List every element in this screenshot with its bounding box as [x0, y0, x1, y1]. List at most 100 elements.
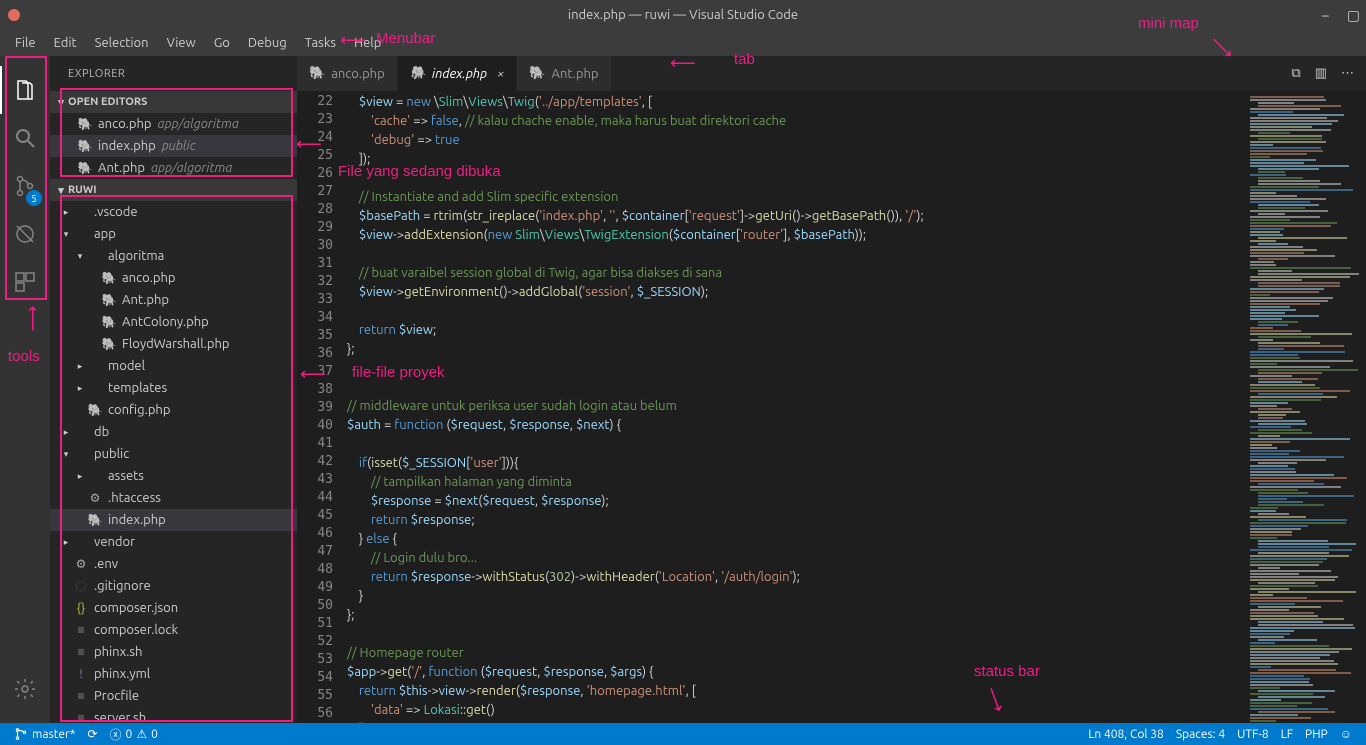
- debug-icon[interactable]: [0, 210, 50, 258]
- php-icon: 🐘: [100, 271, 118, 285]
- menu-view[interactable]: View: [158, 36, 205, 50]
- sidebar-title: EXPLORER: [50, 56, 297, 91]
- more-icon[interactable]: ⋯: [1341, 66, 1354, 81]
- git-branch[interactable]: master*: [8, 727, 81, 741]
- minimize-icon[interactable]: –: [1322, 7, 1329, 24]
- tree-item[interactable]: 🐘Ant.php: [50, 289, 297, 311]
- tree-item[interactable]: ▸assets: [50, 465, 297, 487]
- tab-actions: ⧉ ▥ ⋯: [1279, 56, 1366, 91]
- tree-item[interactable]: !phinx.yml: [50, 663, 297, 685]
- file-icon: ≡: [72, 711, 90, 723]
- tree-item[interactable]: ▸.vscode: [50, 201, 297, 223]
- search-icon[interactable]: [0, 114, 50, 162]
- explorer-icon[interactable]: [0, 66, 50, 114]
- file-icon: ≡: [72, 645, 90, 659]
- gear-icon: ⚙: [86, 491, 104, 505]
- tree-item[interactable]: {}composer.json: [50, 597, 297, 619]
- line-col[interactable]: Ln 408, Col 38: [1082, 728, 1170, 741]
- settings-icon[interactable]: [0, 665, 50, 713]
- errors[interactable]: ⓧ 0 ⚠ 0: [104, 726, 164, 743]
- close-icon[interactable]: [8, 9, 20, 21]
- scm-icon[interactable]: 5: [0, 162, 50, 210]
- tab[interactable]: 🐘index.php×: [398, 56, 518, 91]
- menu-selection[interactable]: Selection: [86, 36, 158, 50]
- split-icon[interactable]: ⧉: [1291, 66, 1300, 81]
- tree-item[interactable]: ≡server.sh: [50, 707, 297, 723]
- php-icon: 🐘: [86, 513, 104, 527]
- tree-item[interactable]: ⚙.htaccess: [50, 487, 297, 509]
- chevron-down-icon: ▾: [60, 229, 72, 240]
- project-tree: ▸.vscode▾app▾algoritma🐘anco.php🐘Ant.php🐘…: [50, 201, 297, 723]
- extensions-icon[interactable]: [0, 258, 50, 306]
- tree-item[interactable]: ▸templates: [50, 377, 297, 399]
- gear-icon: ⚙: [72, 557, 90, 571]
- tree-item[interactable]: ▸vendor: [50, 531, 297, 553]
- php-icon: 🐘: [86, 403, 104, 417]
- sidebar: EXPLORER ▾ OPEN EDITORS 🐘anco.phpapp/alg…: [50, 56, 297, 723]
- titlebar: index.php — ruwi — Visual Studio Code – …: [0, 0, 1366, 30]
- chevron-right-icon: ▸: [74, 471, 86, 482]
- tree-item[interactable]: ▾app: [50, 223, 297, 245]
- menu-help[interactable]: Help: [345, 36, 390, 50]
- menu-go[interactable]: Go: [205, 36, 239, 50]
- tree-item[interactable]: ▸model: [50, 355, 297, 377]
- scm-badge: 5: [26, 190, 42, 206]
- open-editors-list: 🐘anco.phpapp/algoritma🐘index.phppublic🐘A…: [50, 113, 297, 179]
- language-mode[interactable]: PHP: [1299, 728, 1334, 741]
- tab-bar: 🐘anco.php🐘index.php×🐘Ant.php ⧉ ▥ ⋯: [297, 56, 1366, 91]
- chevron-down-icon: ▾: [54, 96, 68, 109]
- tree-item[interactable]: ≡phinx.sh: [50, 641, 297, 663]
- open-editor-item[interactable]: 🐘Ant.phpapp/algoritma: [50, 157, 297, 179]
- tree-item[interactable]: ▸db: [50, 421, 297, 443]
- tab[interactable]: 🐘anco.php: [297, 56, 398, 91]
- close-icon[interactable]: ×: [497, 67, 504, 81]
- maximize-icon[interactable]: ▢: [1347, 7, 1360, 24]
- tree-item[interactable]: ≡Procfile: [50, 685, 297, 707]
- spaces[interactable]: Spaces: 4: [1170, 728, 1231, 741]
- tab[interactable]: 🐘Ant.php: [517, 56, 611, 91]
- chevron-right-icon: ▸: [60, 207, 72, 218]
- sync-icon[interactable]: ⟳: [81, 727, 103, 741]
- activity-bar: 5: [0, 56, 50, 723]
- tree-item[interactable]: 🐘anco.php: [50, 267, 297, 289]
- layout-icon[interactable]: ▥: [1315, 66, 1327, 81]
- open-editors-header[interactable]: ▾ OPEN EDITORS: [50, 91, 297, 113]
- project-header[interactable]: ▾ RUWI: [50, 179, 297, 201]
- menubar: FileEditSelectionViewGoDebugTasksHelp: [0, 30, 1366, 56]
- chevron-right-icon: ▸: [74, 361, 86, 372]
- minimap[interactable]: [1246, 91, 1366, 723]
- menu-edit[interactable]: Edit: [45, 36, 86, 50]
- file-icon: ≡: [72, 623, 90, 637]
- file-icon: ≡: [72, 689, 90, 703]
- open-editor-item[interactable]: 🐘anco.phpapp/algoritma: [50, 113, 297, 135]
- yaml-icon: !: [72, 668, 90, 681]
- menu-debug[interactable]: Debug: [239, 36, 296, 50]
- chevron-right-icon: ▸: [60, 537, 72, 548]
- tree-item[interactable]: 🐘config.php: [50, 399, 297, 421]
- php-icon: 🐘: [100, 337, 118, 351]
- eol[interactable]: LF: [1275, 728, 1299, 741]
- php-icon: 🐘: [309, 66, 325, 81]
- json-icon: {}: [72, 602, 90, 615]
- code-content[interactable]: $view = new \Slim\Views\Twig('../app/tem…: [347, 91, 1246, 723]
- tree-item[interactable]: ≡composer.lock: [50, 619, 297, 641]
- tree-item[interactable]: 🐘index.php: [50, 509, 297, 531]
- feedback-icon[interactable]: ☺: [1334, 727, 1358, 741]
- tree-item[interactable]: 🐘FloydWarshall.php: [50, 333, 297, 355]
- chevron-right-icon: ▸: [74, 383, 86, 394]
- window-title: index.php — ruwi — Visual Studio Code: [568, 8, 798, 22]
- editor-area: 🐘anco.php🐘index.php×🐘Ant.php⧉▥⋯ 22 23 24…: [297, 56, 1366, 723]
- tree-item[interactable]: ◌.gitignore: [50, 575, 297, 597]
- open-editor-item[interactable]: 🐘index.phppublic: [50, 135, 297, 157]
- encoding[interactable]: UTF-8: [1231, 728, 1274, 741]
- tree-item[interactable]: ▾algoritma: [50, 245, 297, 267]
- menu-file[interactable]: File: [6, 36, 45, 50]
- tree-item[interactable]: 🐘AntColony.php: [50, 311, 297, 333]
- window-controls: – ▢: [1322, 7, 1360, 24]
- chevron-down-icon: ▾: [60, 449, 72, 460]
- tree-item[interactable]: ▾public: [50, 443, 297, 465]
- menu-tasks[interactable]: Tasks: [296, 36, 345, 50]
- php-icon: 🐘: [410, 66, 426, 81]
- tree-item[interactable]: ⚙.env: [50, 553, 297, 575]
- status-bar: master* ⟳ ⓧ 0 ⚠ 0 Ln 408, Col 38 Spaces:…: [0, 723, 1366, 745]
